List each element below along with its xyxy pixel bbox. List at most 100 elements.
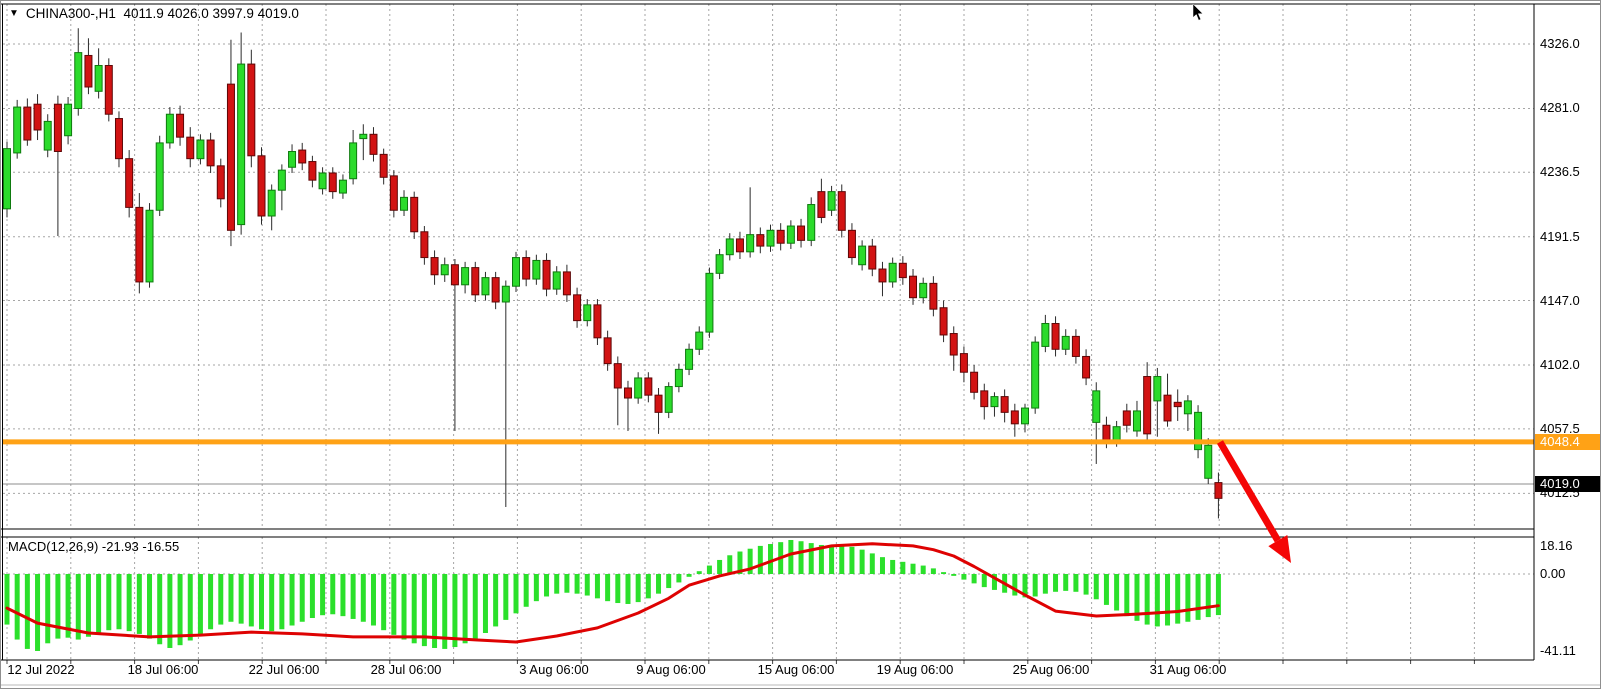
macd-histogram-bar [320, 574, 325, 615]
macd-histogram-bar [921, 566, 926, 574]
candle-down [543, 260, 550, 289]
macd-histogram-bar [717, 560, 722, 574]
macd-histogram-bar [707, 566, 712, 574]
time-axis-label[interactable]: 31 Aug 06:00 [1150, 662, 1227, 677]
macd-histogram-bar [615, 574, 620, 603]
candle-down [1083, 356, 1090, 377]
time-axis-label[interactable]: 18 Jul 06:00 [128, 662, 199, 677]
chart-title: ▼CHINA300-,H1 4011.9 4026.0 3997.9 4019.… [9, 6, 299, 21]
candle-down [126, 159, 133, 208]
time-axis-label[interactable]: 25 Aug 06:00 [1013, 662, 1090, 677]
price-axis-label: 4147.0 [1540, 293, 1580, 308]
macd-histogram-bar [157, 574, 162, 644]
candle-down [492, 278, 499, 302]
candle-up [920, 283, 927, 297]
candle-up [1113, 427, 1120, 441]
candle-down [1103, 425, 1110, 441]
macd-histogram-bar [758, 546, 763, 574]
macd-histogram-bar [1145, 574, 1150, 625]
candle-up [635, 378, 642, 398]
macd-series[interactable] [5, 540, 1221, 651]
macd-histogram-bar [96, 574, 101, 633]
candle-down [177, 114, 184, 137]
macd-histogram-bar [666, 574, 671, 588]
macd-histogram-bar [1185, 574, 1190, 622]
macd-histogram-bar [25, 574, 30, 649]
macd-histogram-bar [310, 574, 315, 618]
price-axis-label: 4191.5 [1540, 229, 1580, 244]
quote-ohlc-label: 4011.9 4026.0 3997.9 4019.0 [123, 6, 298, 21]
candle-down [848, 230, 855, 257]
time-axis-label[interactable]: 22 Jul 06:00 [249, 662, 320, 677]
candle-up [482, 278, 489, 295]
candle-down [187, 137, 194, 158]
candle-down [960, 354, 967, 373]
time-axis-label[interactable]: 3 Aug 06:00 [519, 662, 588, 677]
candle-down [1144, 377, 1151, 434]
time-axis-label[interactable]: 15 Aug 06:00 [758, 662, 835, 677]
macd-histogram-bar [1114, 574, 1119, 611]
macd-histogram-bar [931, 568, 936, 574]
candle-up [675, 369, 682, 386]
candle-up [665, 387, 672, 413]
candle-down [299, 150, 306, 163]
candle-down [1001, 397, 1008, 413]
macd-histogram-bar [585, 574, 590, 596]
macd-histogram-bar [463, 574, 468, 643]
macd-histogram-bar [503, 574, 508, 620]
collapse-icon[interactable]: ▼ [9, 8, 19, 19]
candle-up [1205, 445, 1212, 478]
candle-down [971, 372, 978, 392]
candle-down [54, 104, 61, 151]
macd-histogram-bar [218, 574, 223, 625]
candle-down [645, 378, 652, 395]
macd-histogram-bar [1155, 574, 1160, 626]
candle-down [777, 230, 784, 243]
time-axis-label[interactable]: 19 Aug 06:00 [877, 662, 954, 677]
candle-down [594, 305, 601, 338]
macd-histogram-bar [727, 555, 732, 574]
chart-canvas[interactable] [1, 1, 1601, 689]
candle-down [879, 269, 886, 282]
macd-histogram-bar [290, 574, 295, 626]
macd-histogram-bar [351, 574, 356, 619]
candle-up [502, 286, 509, 302]
macd-histogram-bar [1175, 574, 1180, 624]
macd-histogram-bar [809, 543, 814, 574]
macd-histogram-bar [1043, 574, 1048, 594]
time-axis-label[interactable]: 28 Jul 06:00 [371, 662, 442, 677]
macd-histogram-bar [1094, 574, 1099, 599]
macd-axis-label: 0.00 [1540, 566, 1565, 581]
candle-up [238, 64, 245, 225]
time-axis-label[interactable]: 12 Jul 2022 [7, 662, 74, 677]
candle-up [686, 349, 693, 369]
candle-up [1184, 401, 1191, 414]
macd-histogram-bar [870, 553, 875, 574]
macd-histogram-bar [473, 574, 478, 639]
candle-up [4, 149, 11, 209]
macd-histogram-bar [1206, 574, 1211, 617]
ask-price-badge: 4048.4 [1535, 434, 1601, 450]
macd-histogram-bar [890, 560, 895, 574]
candle-up [533, 260, 540, 279]
macd-histogram-bar [493, 574, 498, 626]
time-axis-label[interactable]: 9 Aug 06:00 [636, 662, 705, 677]
macd-histogram-bar [564, 574, 569, 593]
candle-up [696, 332, 703, 349]
candle-up [1133, 411, 1140, 431]
candle-down [217, 166, 224, 199]
macd-histogram-bar [636, 574, 641, 602]
macd-histogram-bar [208, 574, 213, 629]
candle-down [1174, 402, 1181, 406]
macd-histogram-bar [799, 541, 804, 574]
macd-histogram-bar [340, 574, 345, 616]
trend-arrow-annotation[interactable] [1220, 442, 1291, 563]
macd-histogram-bar [412, 574, 417, 643]
candle-down [930, 283, 937, 309]
macd-histogram-bar [524, 574, 529, 607]
candlestick-series[interactable] [4, 28, 1222, 518]
candle-up [360, 134, 367, 138]
macd-histogram-bar [5, 574, 10, 625]
macd-histogram-bar [575, 574, 580, 594]
macd-histogram-bar [259, 574, 264, 629]
